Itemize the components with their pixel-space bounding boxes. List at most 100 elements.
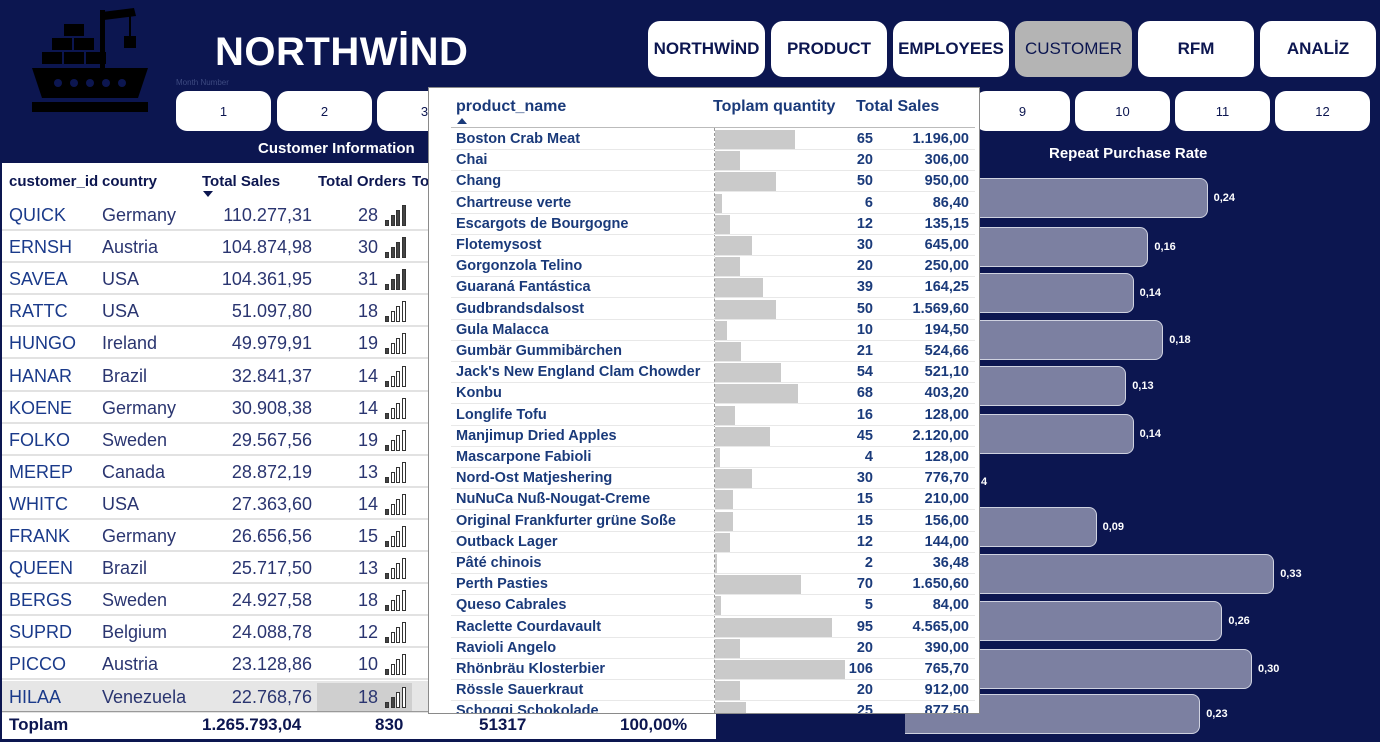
product-quantity-cell: 12: [856, 533, 873, 550]
sales-cell: 24.088,78: [231, 622, 312, 643]
col-header-total-orders[interactable]: Total Orders: [318, 173, 406, 190]
country-cell: Austria: [102, 237, 159, 258]
product-name-cell: Chai: [456, 152, 488, 169]
repeat-rate-bar[interactable]: [980, 366, 1127, 406]
bar-label: 0,30: [1258, 663, 1280, 675]
repeat-rate-bar[interactable]: [980, 320, 1164, 360]
customer-total-row: Toplam 1.265.793,04 830 51317 100,00%: [2, 711, 716, 739]
orders-cell: 14: [357, 397, 378, 418]
list-item[interactable]: Mascarpone Fabioli 4 128,00: [451, 447, 975, 468]
customer-id-cell: SAVEA: [9, 269, 68, 290]
repeat-rate-bar[interactable]: [980, 273, 1134, 313]
product-name-cell: Chang: [456, 173, 502, 190]
product-quantity-cell: 21: [856, 343, 873, 359]
list-item[interactable]: Chartreuse verte 6 86,40: [451, 193, 975, 214]
month-button-10[interactable]: 10: [1075, 91, 1170, 131]
country-cell: Sweden: [102, 590, 168, 611]
product-sales-cell: 645,00: [924, 237, 969, 253]
customer-id-cell: QUEEN: [9, 558, 74, 579]
nav-customer-button[interactable]: CUSTOMER: [1015, 21, 1132, 77]
list-item[interactable]: Nord-Ost Matjeshering 30 776,70: [451, 468, 975, 490]
list-item[interactable]: Rössle Sauerkraut 20 912,00: [451, 680, 975, 702]
orders-cell: 13: [357, 461, 378, 482]
list-item[interactable]: Gumbär Gummibärchen 21 524,66: [451, 341, 975, 362]
list-item[interactable]: Schoggi Schokolade 25 877,50: [451, 701, 975, 714]
month-button-12[interactable]: 12: [1275, 91, 1370, 131]
product-name-cell: Guaraná Fantástica: [456, 279, 591, 296]
col-header-customer-id[interactable]: customer_id: [9, 173, 98, 190]
month-button-11[interactable]: 11: [1175, 91, 1270, 131]
repeat-rate-bar[interactable]: [980, 227, 1149, 267]
col-header-total-sales[interactable]: Total Sales: [202, 173, 280, 190]
list-item[interactable]: Rhönbräu Klosterbier 106 765,70: [451, 659, 975, 680]
list-item[interactable]: Boston Crab Meat 65 1.196,00: [451, 129, 975, 150]
product-name-cell: Queso Cabrales: [456, 597, 567, 614]
nav-product-button[interactable]: PRODUCT: [771, 21, 887, 77]
list-item[interactable]: Chang 50 950,00: [451, 171, 975, 193]
product-sales-cell: 776,70: [924, 470, 969, 487]
nav-employees-button[interactable]: EMPLOYEES: [893, 21, 1009, 77]
sales-cell: 24.927,58: [231, 590, 312, 611]
signal-strength-icon: [385, 493, 407, 515]
list-item[interactable]: Pâté chinois 2 36,48: [451, 553, 975, 574]
bar-label: 0,24: [1213, 192, 1236, 204]
product-quantity-cell: 25: [856, 703, 873, 714]
list-item[interactable]: Outback Lager 12 144,00: [451, 532, 975, 553]
product-name-cell: Ravioli Angelo: [456, 639, 557, 656]
product-sales-cell: 128,00: [924, 449, 969, 465]
repeat-rate-bar[interactable]: [980, 414, 1134, 454]
col-header-country[interactable]: country: [102, 173, 157, 190]
total-orders: 830: [375, 715, 404, 734]
list-item[interactable]: Guaraná Fantástica 39 164,25: [451, 277, 975, 299]
nav-rfm-button[interactable]: RFM: [1138, 21, 1254, 77]
nav-northwind-button[interactable]: NORTHWİND: [648, 21, 765, 77]
list-item[interactable]: Manjimup Dried Apples 45 2.120,00: [451, 426, 975, 447]
product-sales-cell: 912,00: [924, 682, 969, 699]
orders-cell: 13: [357, 558, 378, 579]
list-item[interactable]: Longlife Tofu 16 128,00: [451, 405, 975, 426]
list-item[interactable]: Escargots de Bourgogne 12 135,15: [451, 214, 975, 235]
signal-strength-icon: [385, 461, 407, 483]
quantity-bar: [715, 532, 730, 552]
country-cell: Sweden: [102, 429, 168, 450]
list-item[interactable]: Queso Cabrales 5 84,00: [451, 595, 975, 617]
repeat-rate-bar[interactable]: [980, 178, 1208, 218]
customer-table-title: Customer Information: [258, 140, 415, 157]
list-item[interactable]: Jack's New England Clam Chowder 54 521,10: [451, 362, 975, 384]
repeat-rate-bar[interactable]: [980, 507, 1097, 547]
quantity-bar: [715, 448, 720, 467]
list-item[interactable]: Gudbrandsdalsost 50 1.569,60: [451, 299, 975, 320]
nav-analiz-button[interactable]: ANALİZ: [1260, 21, 1376, 77]
list-item[interactable]: Raclette Courdavault 95 4.565,00: [451, 617, 975, 638]
list-item[interactable]: Flotemysost 30 645,00: [451, 235, 975, 256]
quantity-bar: [715, 384, 799, 404]
list-item[interactable]: Ravioli Angelo 20 390,00: [451, 638, 975, 659]
signal-strength-icon: [385, 365, 407, 387]
col-header-extra[interactable]: To: [412, 173, 429, 190]
list-item[interactable]: Perth Pasties 70 1.650,60: [451, 574, 975, 596]
list-item[interactable]: Original Frankfurter grüne Soße 15 156,00: [451, 511, 975, 532]
month-button-1[interactable]: 1: [176, 91, 271, 131]
product-name-cell: Raclette Courdavault: [456, 618, 602, 635]
list-item[interactable]: Konbu 68 403,20: [451, 383, 975, 405]
product-quantity-cell: 15: [856, 491, 873, 508]
list-item[interactable]: NuNuCa Nuß-Nougat-Creme 15 210,00: [451, 489, 975, 511]
month-button-2[interactable]: 2: [277, 91, 372, 131]
sales-cell: 28.872,19: [231, 461, 312, 482]
list-item[interactable]: Gula Malacca 10 194,50: [451, 320, 975, 341]
month-button-9[interactable]: 9: [975, 91, 1070, 131]
orders-cell: 10: [357, 654, 378, 675]
col-header-quantity[interactable]: Toplam quantity: [713, 98, 835, 116]
product-sales-cell: 194,50: [924, 321, 969, 338]
product-sales-cell: 1.196,00: [912, 131, 969, 147]
product-name-cell: Mascarpone Fabioli: [456, 449, 592, 465]
bar-label: 0,09: [1102, 521, 1125, 533]
col-header-product-name[interactable]: product_name: [456, 98, 566, 116]
product-quantity-cell: 45: [856, 427, 873, 444]
col-header-product-sales[interactable]: Total Sales: [856, 98, 939, 116]
product-sales-cell: 950,00: [924, 173, 969, 190]
bar-label: 0,14: [1139, 428, 1162, 440]
list-item[interactable]: Gorgonzola Telino 20 250,00: [451, 256, 975, 278]
quantity-bar: [715, 617, 832, 637]
list-item[interactable]: Chai 20 306,00: [451, 150, 975, 172]
